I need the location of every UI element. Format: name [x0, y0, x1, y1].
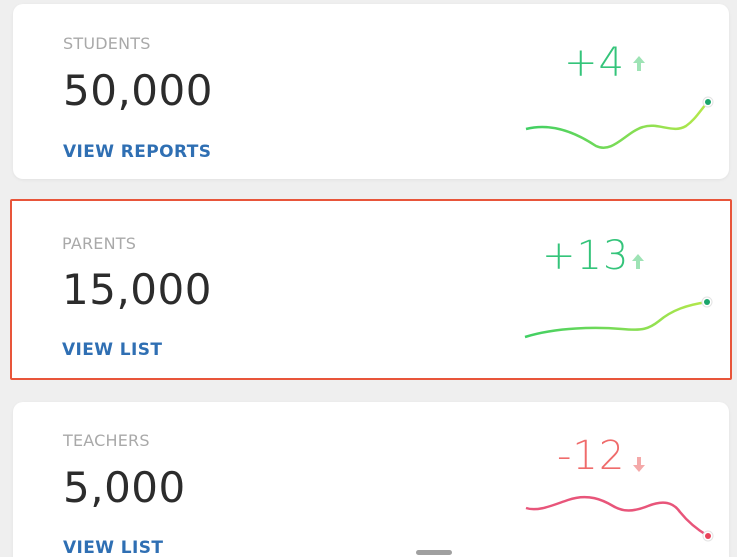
- teachers-card: TEACHERS 5,000 VIEW LIST -12: [13, 402, 729, 557]
- students-card: STUDENTS 50,000 VIEW REPORTS +4: [13, 4, 729, 179]
- sparkline-path: [524, 300, 708, 339]
- card-value: 5,000: [63, 463, 186, 512]
- card-label: TEACHERS: [63, 431, 150, 450]
- parents-card[interactable]: PARENTS 15,000 VIEW LIST +13: [10, 199, 732, 380]
- sparkline-chart: [525, 96, 714, 149]
- sparkline-chart: [524, 296, 713, 339]
- card-label: STUDENTS: [63, 34, 151, 53]
- drag-handle[interactable]: [416, 550, 452, 555]
- stats-screen: STUDENTS 50,000 VIEW REPORTS +4 PARENTS …: [0, 0, 737, 557]
- sparkline-path: [525, 495, 709, 538]
- view-reports-link[interactable]: VIEW REPORTS: [63, 142, 211, 162]
- sparkline-chart: [525, 495, 714, 542]
- card-value: 15,000: [62, 265, 212, 314]
- sparkline-path: [525, 101, 709, 149]
- arrow-up-icon: [633, 56, 645, 71]
- trend-delta: +13: [542, 233, 630, 279]
- view-list-link[interactable]: VIEW LIST: [62, 340, 162, 360]
- view-list-link[interactable]: VIEW LIST: [63, 538, 163, 557]
- card-label: PARENTS: [62, 234, 137, 253]
- card-value: 50,000: [63, 66, 213, 115]
- arrow-up-icon: [632, 254, 644, 269]
